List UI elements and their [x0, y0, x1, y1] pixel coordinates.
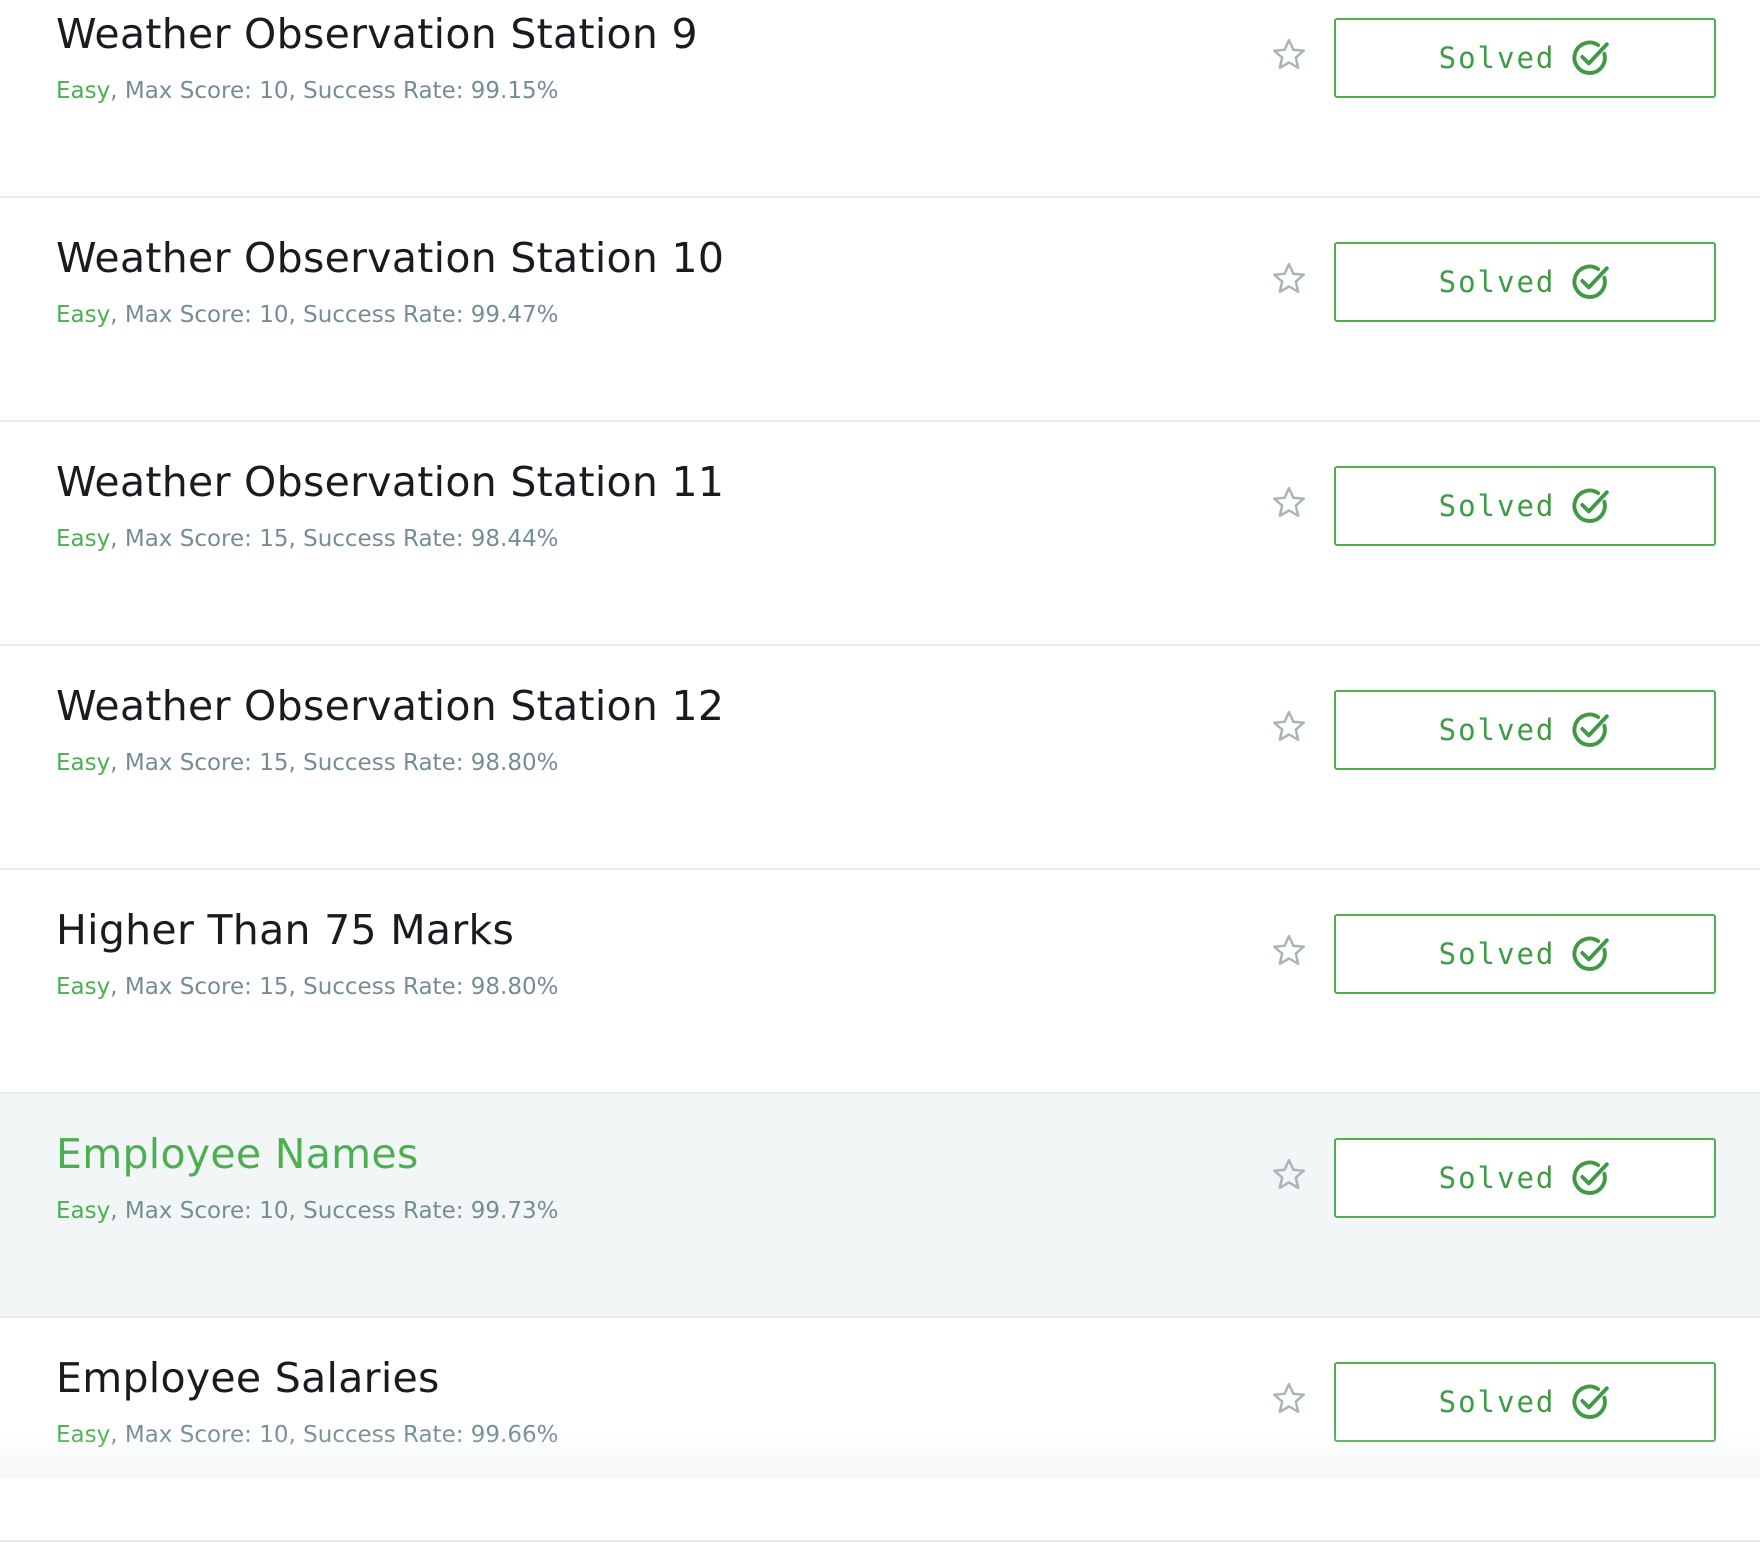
solved-label: Solved: [1438, 41, 1556, 75]
solved-button[interactable]: Solved: [1334, 914, 1716, 994]
success-rate-label: Success Rate: 99.15%: [303, 78, 559, 104]
solved-label: Solved: [1438, 937, 1556, 971]
max-score-label: Max Score: 10: [124, 302, 289, 328]
check-circle-icon: [1572, 712, 1610, 747]
meta-separator: ,: [110, 78, 125, 104]
challenge-row[interactable]: Weather Observation Station 9 Easy, Max …: [0, 0, 1760, 198]
difficulty-label: Easy: [56, 974, 111, 1000]
success-rate-label: Success Rate: 98.80%: [303, 750, 559, 776]
check-circle-icon: [1572, 264, 1610, 299]
challenge-title[interactable]: Weather Observation Station 10: [56, 234, 724, 282]
difficulty-label: Easy: [56, 1422, 111, 1448]
meta-separator: ,: [288, 750, 304, 776]
solved-label: Solved: [1438, 713, 1556, 747]
challenge-meta: Easy, Max Score: 15, Success Rate: 98.44…: [56, 526, 559, 552]
star-outline-icon[interactable]: [1270, 932, 1308, 970]
challenge-meta: Easy, Max Score: 15, Success Rate: 98.80…: [56, 750, 559, 776]
success-rate-label: Success Rate: 98.80%: [303, 974, 559, 1000]
check-circle-icon: [1572, 488, 1610, 523]
meta-separator: ,: [110, 750, 125, 776]
solved-label: Solved: [1438, 1161, 1556, 1195]
star-outline-icon[interactable]: [1270, 36, 1308, 74]
challenge-row[interactable]: Employee Salaries Easy, Max Score: 10, S…: [0, 1318, 1760, 1542]
check-circle-icon: [1572, 936, 1610, 971]
check-circle-icon: [1572, 1384, 1610, 1419]
solved-label: Solved: [1438, 489, 1556, 523]
solved-label: Solved: [1438, 265, 1556, 299]
solved-button[interactable]: Solved: [1334, 1138, 1716, 1218]
max-score-label: Max Score: 15: [124, 526, 289, 552]
solved-button[interactable]: Solved: [1334, 690, 1716, 770]
star-outline-icon[interactable]: [1270, 484, 1308, 522]
challenge-row[interactable]: Employee Names Easy, Max Score: 10, Succ…: [0, 1094, 1760, 1318]
star-outline-icon[interactable]: [1270, 1380, 1308, 1418]
max-score-label: Max Score: 15: [124, 750, 289, 776]
meta-separator: ,: [110, 302, 125, 328]
challenge-title[interactable]: Weather Observation Station 12: [56, 682, 724, 730]
challenge-title[interactable]: Higher Than 75 Marks: [56, 906, 514, 954]
check-circle-icon: [1572, 1160, 1610, 1195]
meta-separator: ,: [288, 974, 304, 1000]
meta-separator: ,: [288, 1422, 304, 1448]
meta-separator: ,: [110, 526, 125, 552]
challenge-meta: Easy, Max Score: 10, Success Rate: 99.73…: [56, 1198, 559, 1224]
solved-button[interactable]: Solved: [1334, 1362, 1716, 1442]
challenge-title[interactable]: Weather Observation Station 9: [56, 10, 698, 58]
success-rate-label: Success Rate: 99.47%: [303, 302, 559, 328]
meta-separator: ,: [288, 78, 304, 104]
success-rate-label: Success Rate: 99.66%: [303, 1422, 559, 1448]
challenge-meta: Easy, Max Score: 10, Success Rate: 99.66…: [56, 1422, 559, 1448]
max-score-label: Max Score: 10: [124, 1198, 289, 1224]
solved-label: Solved: [1438, 1385, 1556, 1419]
difficulty-label: Easy: [56, 78, 111, 104]
meta-separator: ,: [288, 526, 304, 552]
difficulty-label: Easy: [56, 526, 111, 552]
max-score-label: Max Score: 10: [124, 1422, 289, 1448]
meta-separator: ,: [110, 974, 125, 1000]
challenge-title[interactable]: Employee Salaries: [56, 1354, 440, 1402]
meta-separator: ,: [110, 1422, 125, 1448]
challenge-meta: Easy, Max Score: 10, Success Rate: 99.47…: [56, 302, 559, 328]
challenge-meta: Easy, Max Score: 15, Success Rate: 98.80…: [56, 974, 559, 1000]
max-score-label: Max Score: 15: [124, 974, 289, 1000]
star-outline-icon[interactable]: [1270, 260, 1308, 298]
check-circle-icon: [1572, 40, 1610, 75]
challenge-title[interactable]: Weather Observation Station 11: [56, 458, 724, 506]
challenge-title[interactable]: Employee Names: [56, 1130, 419, 1178]
star-outline-icon[interactable]: [1270, 708, 1308, 746]
meta-separator: ,: [288, 1198, 304, 1224]
challenge-row[interactable]: Weather Observation Station 10 Easy, Max…: [0, 198, 1760, 422]
max-score-label: Max Score: 10: [124, 78, 289, 104]
challenge-row[interactable]: Weather Observation Station 11 Easy, Max…: [0, 422, 1760, 646]
challenge-meta: Easy, Max Score: 10, Success Rate: 99.15…: [56, 78, 559, 104]
challenge-list: Weather Observation Station 9 Easy, Max …: [0, 0, 1760, 1542]
success-rate-label: Success Rate: 98.44%: [303, 526, 559, 552]
difficulty-label: Easy: [56, 750, 111, 776]
star-outline-icon[interactable]: [1270, 1156, 1308, 1194]
meta-separator: ,: [110, 1198, 125, 1224]
challenge-row[interactable]: Higher Than 75 Marks Easy, Max Score: 15…: [0, 870, 1760, 1094]
meta-separator: ,: [288, 302, 304, 328]
difficulty-label: Easy: [56, 302, 111, 328]
solved-button[interactable]: Solved: [1334, 242, 1716, 322]
challenge-row[interactable]: Weather Observation Station 12 Easy, Max…: [0, 646, 1760, 870]
success-rate-label: Success Rate: 99.73%: [303, 1198, 559, 1224]
difficulty-label: Easy: [56, 1198, 111, 1224]
solved-button[interactable]: Solved: [1334, 18, 1716, 98]
solved-button[interactable]: Solved: [1334, 466, 1716, 546]
